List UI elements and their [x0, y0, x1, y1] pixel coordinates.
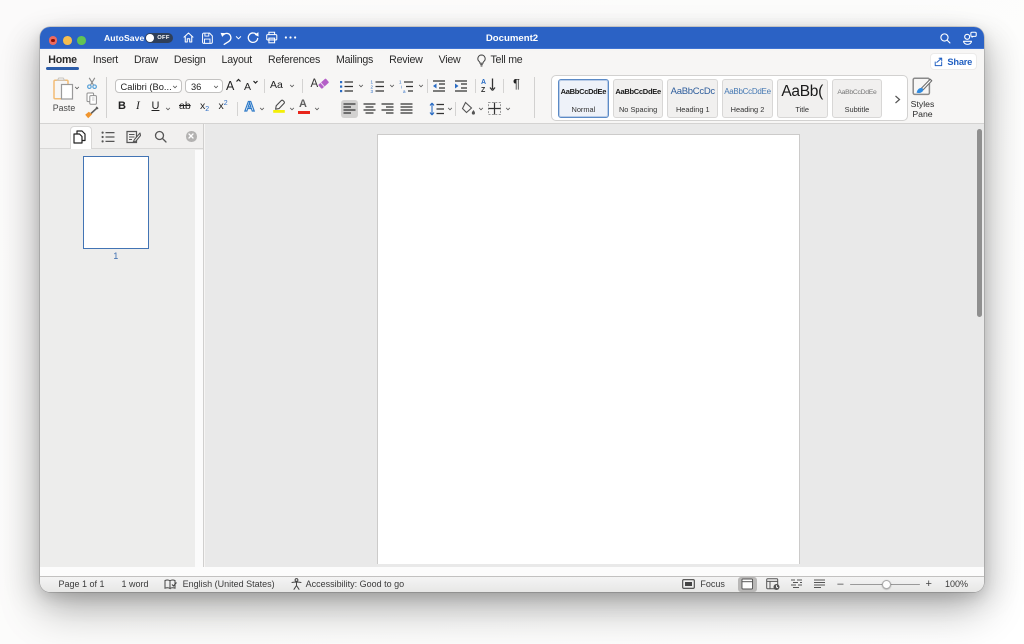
svg-text:A: A: [244, 81, 251, 93]
svg-text:a: a: [403, 89, 406, 93]
svg-text:3: 3: [371, 89, 374, 93]
svg-text:i: i: [401, 85, 402, 90]
svg-text:Z: Z: [481, 87, 486, 93]
svg-text:A: A: [481, 79, 486, 86]
svg-text:A: A: [226, 79, 235, 93]
